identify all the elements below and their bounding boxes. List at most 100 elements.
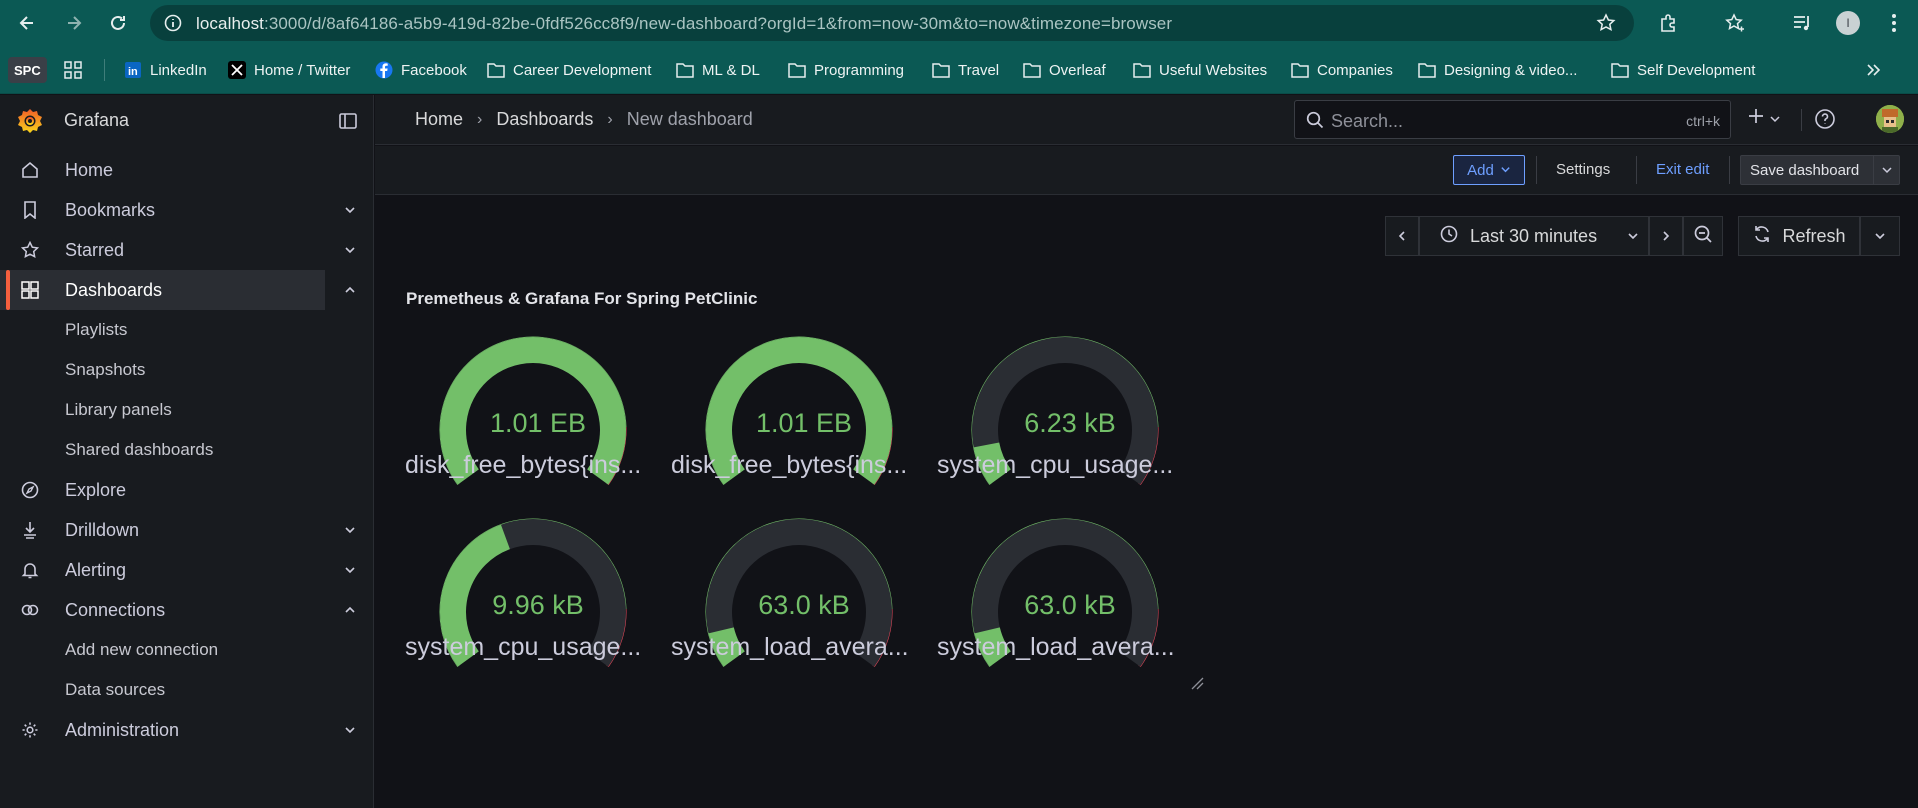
bookmark-facebook[interactable]: Facebook <box>375 58 467 82</box>
chevron-left-icon <box>1396 226 1408 247</box>
bookmark-divider <box>104 59 105 81</box>
sidebar: Grafana Home Bookmarks Starred Dashboard… <box>0 95 374 808</box>
chevron-down-icon[interactable] <box>342 202 358 218</box>
favorites-icon[interactable] <box>1723 11 1747 35</box>
forward-icon[interactable] <box>62 11 86 35</box>
folder-icon <box>788 61 806 79</box>
save-dashboard-button[interactable]: Save dashboard <box>1740 155 1900 185</box>
sidebar-item-explore[interactable]: Explore <box>0 470 374 510</box>
bookmark-folder-designing[interactable]: Designing & video... <box>1418 58 1577 82</box>
folder-icon <box>932 61 950 79</box>
search-input[interactable]: Search... ctrl+k <box>1294 100 1731 139</box>
chevron-down-icon <box>1627 226 1639 247</box>
chevron-up-icon[interactable] <box>342 282 358 298</box>
folder-icon <box>487 61 505 79</box>
bookmark-folder-travel[interactable]: Travel <box>932 58 999 82</box>
sidebar-item-connections[interactable]: Connections <box>0 590 374 630</box>
zoom-out-icon <box>1693 224 1713 249</box>
time-back-button[interactable] <box>1385 216 1419 256</box>
bookmark-folder-selfdev[interactable]: Self Development <box>1611 58 1755 82</box>
sidebar-item-dashboards[interactable]: Dashboards <box>0 270 325 310</box>
bookmark-spc[interactable]: SPC <box>8 57 47 83</box>
media-control-icon[interactable] <box>1790 11 1814 35</box>
settings-button[interactable]: Settings <box>1556 161 1610 178</box>
site-info-icon[interactable] <box>164 14 182 32</box>
new-menu-button[interactable] <box>1747 108 1787 130</box>
sidebar-item-add-new-connection[interactable]: Add new connection <box>0 630 374 670</box>
bookmark-twitter[interactable]: Home / Twitter <box>228 58 350 82</box>
url-text: localhost:3000/d/8af64186-a5b9-419d-82be… <box>196 14 1173 33</box>
sidebar-item-administration[interactable]: Administration <box>0 710 374 750</box>
chevron-down-icon <box>1769 108 1781 131</box>
gauge: 63.0 kB system_load_avera... <box>937 500 1203 680</box>
bookmark-folder-programming[interactable]: Programming <box>788 58 904 82</box>
gauge-value: 9.96 kB <box>492 590 584 620</box>
exit-edit-button[interactable]: Exit edit <box>1656 161 1709 178</box>
breadcrumb-home[interactable]: Home <box>415 109 463 130</box>
profile-avatar[interactable]: I <box>1836 11 1860 35</box>
extensions-icon[interactable] <box>1656 11 1680 35</box>
help-icon[interactable] <box>1814 108 1836 130</box>
menu-icon[interactable] <box>1882 11 1906 35</box>
gauge-label: system_cpu_usage... <box>405 633 642 661</box>
divider <box>1636 156 1637 184</box>
time-range-picker[interactable]: Last 30 minutes <box>1419 216 1649 256</box>
chevron-down-icon[interactable] <box>342 562 358 578</box>
time-forward-button[interactable] <box>1649 216 1683 256</box>
user-avatar[interactable] <box>1876 105 1904 133</box>
more-bookmarks-icon[interactable] <box>1864 58 1882 82</box>
bookmark-folder-companies[interactable]: Companies <box>1291 58 1393 82</box>
dashboard-toolbar: Add Settings Exit edit Save dashboard <box>375 146 1918 195</box>
dashboards-grid-icon <box>20 280 40 300</box>
refresh-button[interactable]: Refresh <box>1738 216 1860 256</box>
back-icon[interactable] <box>15 11 39 35</box>
refresh-interval-picker[interactable] <box>1860 216 1900 256</box>
sidebar-item-library-panels[interactable]: Library panels <box>0 390 374 430</box>
bookmark-folder-overleaf[interactable]: Overleaf <box>1023 58 1106 82</box>
gauge-label: system_load_avera... <box>671 633 909 661</box>
folder-icon <box>1611 61 1629 79</box>
address-bar[interactable]: localhost:3000/d/8af64186-a5b9-419d-82be… <box>150 5 1634 41</box>
zoom-out-button[interactable] <box>1683 216 1723 256</box>
sidebar-item-drilldown[interactable]: Drilldown <box>0 510 374 550</box>
chevron-up-icon[interactable] <box>342 602 358 618</box>
gauge-value: 1.01 EB <box>755 408 853 438</box>
divider <box>1536 156 1537 184</box>
dock-menu-icon[interactable] <box>338 111 358 131</box>
breadcrumb-current: New dashboard <box>626 109 753 129</box>
gauge: 1.01 EB disk_free_bytes{ins... <box>405 318 671 498</box>
bookmark-star-icon[interactable] <box>1596 13 1616 33</box>
star-icon <box>20 240 40 260</box>
breadcrumb-dashboards[interactable]: Dashboards <box>496 109 593 130</box>
gauge: 6.23 kB system_cpu_usage... <box>937 318 1203 498</box>
chevron-down-icon <box>1500 162 1511 179</box>
sidebar-item-data-sources[interactable]: Data sources <box>0 670 374 710</box>
bookmark-folder-useful[interactable]: Useful Websites <box>1133 58 1267 82</box>
sidebar-item-shared-dashboards[interactable]: Shared dashboards <box>0 430 374 470</box>
plus-icon <box>1747 107 1765 131</box>
sidebar-item-bookmarks[interactable]: Bookmarks <box>0 190 374 230</box>
bookmark-folder-career[interactable]: Career Development <box>487 58 651 82</box>
chevron-down-icon[interactable] <box>342 522 358 538</box>
bookmark-linkedin[interactable]: in LinkedIn <box>124 58 207 82</box>
sidebar-item-snapshots[interactable]: Snapshots <box>0 350 374 390</box>
chevron-down-icon[interactable] <box>342 722 358 738</box>
sidebar-item-starred[interactable]: Starred <box>0 230 374 270</box>
active-indicator <box>6 270 10 310</box>
reload-icon[interactable] <box>106 11 130 35</box>
add-button[interactable]: Add <box>1453 155 1525 185</box>
apps-grid-icon[interactable] <box>64 58 82 82</box>
sidebar-item-playlists[interactable]: Playlists <box>0 310 374 350</box>
top-bar: Home › Dashboards › New dashboard Search… <box>375 95 1918 145</box>
bookmarks-bar: SPC in LinkedIn Home / Twitter Facebook … <box>0 46 1918 94</box>
panel-resize-handle-icon[interactable] <box>1190 676 1204 690</box>
chevron-down-icon[interactable] <box>342 242 358 258</box>
breadcrumb: Home › Dashboards › New dashboard <box>415 109 753 130</box>
sidebar-item-alerting[interactable]: Alerting <box>0 550 374 590</box>
sidebar-item-home[interactable]: Home <box>0 150 374 190</box>
gear-icon <box>20 720 40 740</box>
panel-title[interactable]: Premetheus & Grafana For Spring PetClini… <box>406 289 757 309</box>
grafana-logo-icon[interactable] <box>16 107 42 133</box>
chevron-down-icon[interactable] <box>1873 156 1899 184</box>
bookmark-folder-mldl[interactable]: ML & DL <box>676 58 760 82</box>
